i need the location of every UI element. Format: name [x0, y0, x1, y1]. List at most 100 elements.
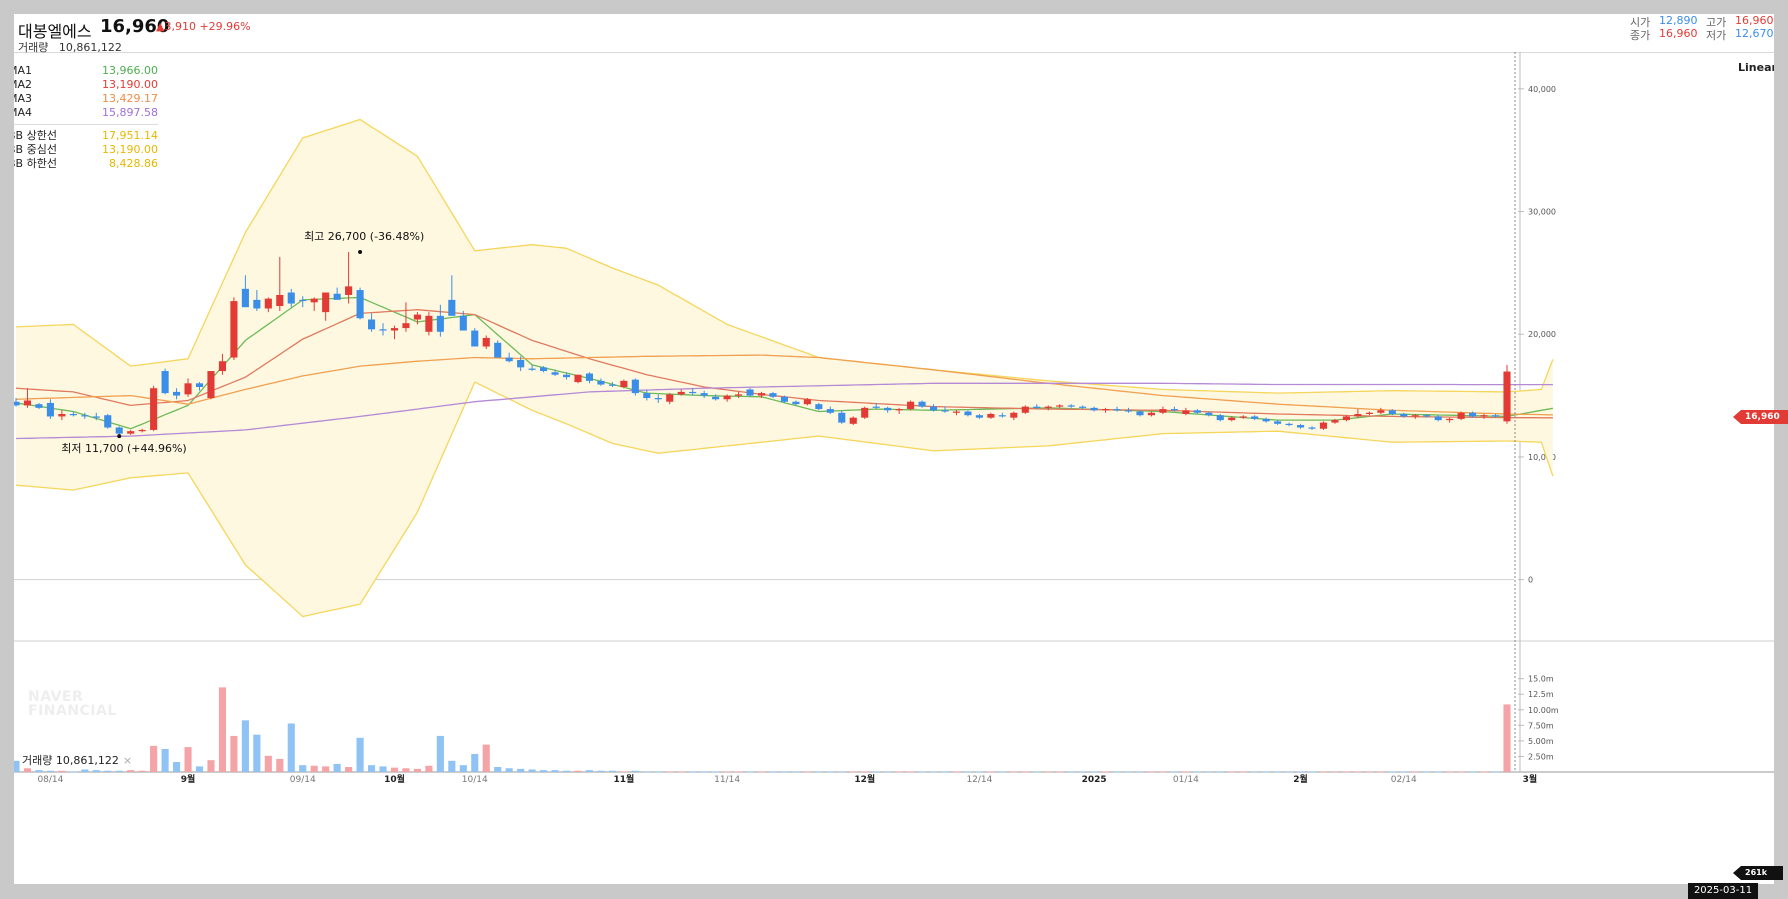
volume-bar	[471, 753, 479, 772]
volume-bar	[299, 765, 307, 772]
candle-body	[218, 361, 227, 372]
volume-tick-label: 2.50m	[1528, 752, 1554, 761]
candle-body	[1251, 416, 1259, 419]
scale-toggle[interactable]: Linear	[1738, 61, 1774, 74]
legend-ma4[interactable]: MA4 15,897.58	[14, 106, 158, 120]
volume-bar	[723, 771, 731, 773]
candle-body	[379, 329, 387, 331]
candle-body	[436, 315, 444, 332]
volume-bar	[127, 770, 135, 772]
volume-bar	[81, 769, 89, 772]
price-tick-label: 20,000	[1528, 330, 1556, 339]
volume-bar	[1205, 771, 1213, 773]
candle-body	[1010, 412, 1018, 418]
volume-bar	[620, 771, 628, 773]
candle-body	[333, 293, 341, 300]
volume-bar	[46, 770, 54, 772]
legend-ma2[interactable]: MA2 13,190.00	[14, 78, 158, 92]
volume-bar	[540, 770, 548, 772]
time-tick-label: 3월	[1523, 773, 1538, 785]
candle-body	[1228, 417, 1236, 421]
candle-body	[757, 393, 766, 396]
volume-bar	[987, 771, 995, 773]
candle-body	[964, 411, 972, 416]
legend-bb-upper-label: BB 상한선	[14, 129, 57, 142]
volume-bar	[230, 735, 238, 772]
volume-bar	[1319, 771, 1328, 773]
legend-bb-middle-value: 13,190.00	[102, 143, 158, 156]
legend-ma4-value: 15,897.58	[102, 106, 158, 119]
candle-body	[14, 401, 20, 406]
candle-body	[345, 286, 353, 295]
candle-body	[952, 411, 961, 413]
legend-ma3[interactable]: MA3 13,429.17	[14, 92, 158, 106]
indicator-legend: MA1 13,966.00 MA2 13,190.00 MA3 13,429.17 M…	[14, 64, 158, 171]
candle-body	[1079, 406, 1087, 408]
volume-bar	[712, 771, 720, 773]
candle-body	[253, 299, 261, 309]
legend-ma2-label: MA2	[14, 78, 33, 91]
candle-body	[127, 431, 135, 434]
legend-bb-upper[interactable]: BB 상한선 17,951.14	[14, 129, 158, 143]
volume-bar	[551, 770, 559, 772]
candle-body	[505, 357, 513, 362]
time-tick-label: 01/14	[1173, 775, 1199, 785]
volume-bar	[849, 771, 857, 773]
volume-bar	[517, 768, 525, 772]
volume-bar	[1411, 771, 1419, 773]
volume-bar	[1056, 771, 1064, 773]
time-tick-label: 10/14	[462, 775, 488, 785]
candle-body	[631, 379, 639, 394]
volume-bar	[654, 771, 662, 773]
candle-body	[826, 409, 834, 413]
volume-bar	[161, 748, 169, 772]
volume-bar	[195, 766, 204, 772]
volume-bar	[1377, 771, 1385, 773]
candle-body	[941, 410, 949, 412]
legend-bb-lower-value: 8,428.86	[109, 157, 158, 170]
price-chart[interactable]: 010,00020,00030,00040,000최고 26,700 (-36.…	[14, 14, 1774, 884]
candle-body	[1319, 422, 1328, 429]
candle-body	[1388, 410, 1396, 414]
candle-body	[448, 299, 456, 316]
volume-badge: 261k	[1733, 866, 1783, 880]
volume-bar	[1228, 771, 1236, 773]
volume-bar	[1480, 771, 1488, 773]
legend-ma1[interactable]: MA1 13,966.00	[14, 64, 158, 78]
candle-body	[150, 388, 158, 430]
candle-body	[161, 371, 169, 394]
volume-bar	[562, 770, 571, 772]
candle-body	[998, 415, 1006, 417]
volume-bar	[884, 771, 892, 773]
volume-bar	[1365, 771, 1373, 773]
volume-tick-label: 12.5m	[1528, 690, 1554, 699]
volume-bar	[1021, 771, 1029, 773]
volume-bar	[241, 720, 249, 772]
candle-body	[1193, 410, 1201, 413]
volume-bar	[1079, 771, 1087, 773]
time-tick-label: 11/14	[714, 775, 740, 785]
candle-body	[1124, 410, 1133, 412]
legend-bb-middle[interactable]: BB 중심선 13,190.00	[14, 143, 158, 157]
volume-bar	[448, 760, 456, 772]
volume-tick-label: 5.00m	[1528, 737, 1554, 746]
candle-body	[929, 406, 938, 411]
legend-bb-upper-value: 17,951.14	[102, 129, 158, 142]
volume-bar	[815, 771, 823, 773]
candle-body	[207, 371, 215, 399]
candle-body	[1457, 412, 1465, 419]
volume-bar	[895, 771, 903, 773]
candle-body	[1033, 406, 1041, 408]
candle-body	[494, 342, 502, 358]
volume-bar	[1388, 771, 1396, 773]
legend-bb-lower[interactable]: BB 하한선 8,428.86	[14, 157, 158, 171]
candle-body	[367, 319, 376, 330]
volume-bar	[700, 771, 708, 773]
candle-body	[620, 380, 628, 387]
candle-body	[402, 323, 410, 329]
volume-legend: 거래량 10,861,122 ×	[22, 752, 132, 768]
close-icon[interactable]: ×	[123, 754, 132, 767]
candle-body	[1469, 412, 1477, 417]
candle-body	[792, 401, 800, 405]
volume-bar	[1182, 771, 1190, 773]
